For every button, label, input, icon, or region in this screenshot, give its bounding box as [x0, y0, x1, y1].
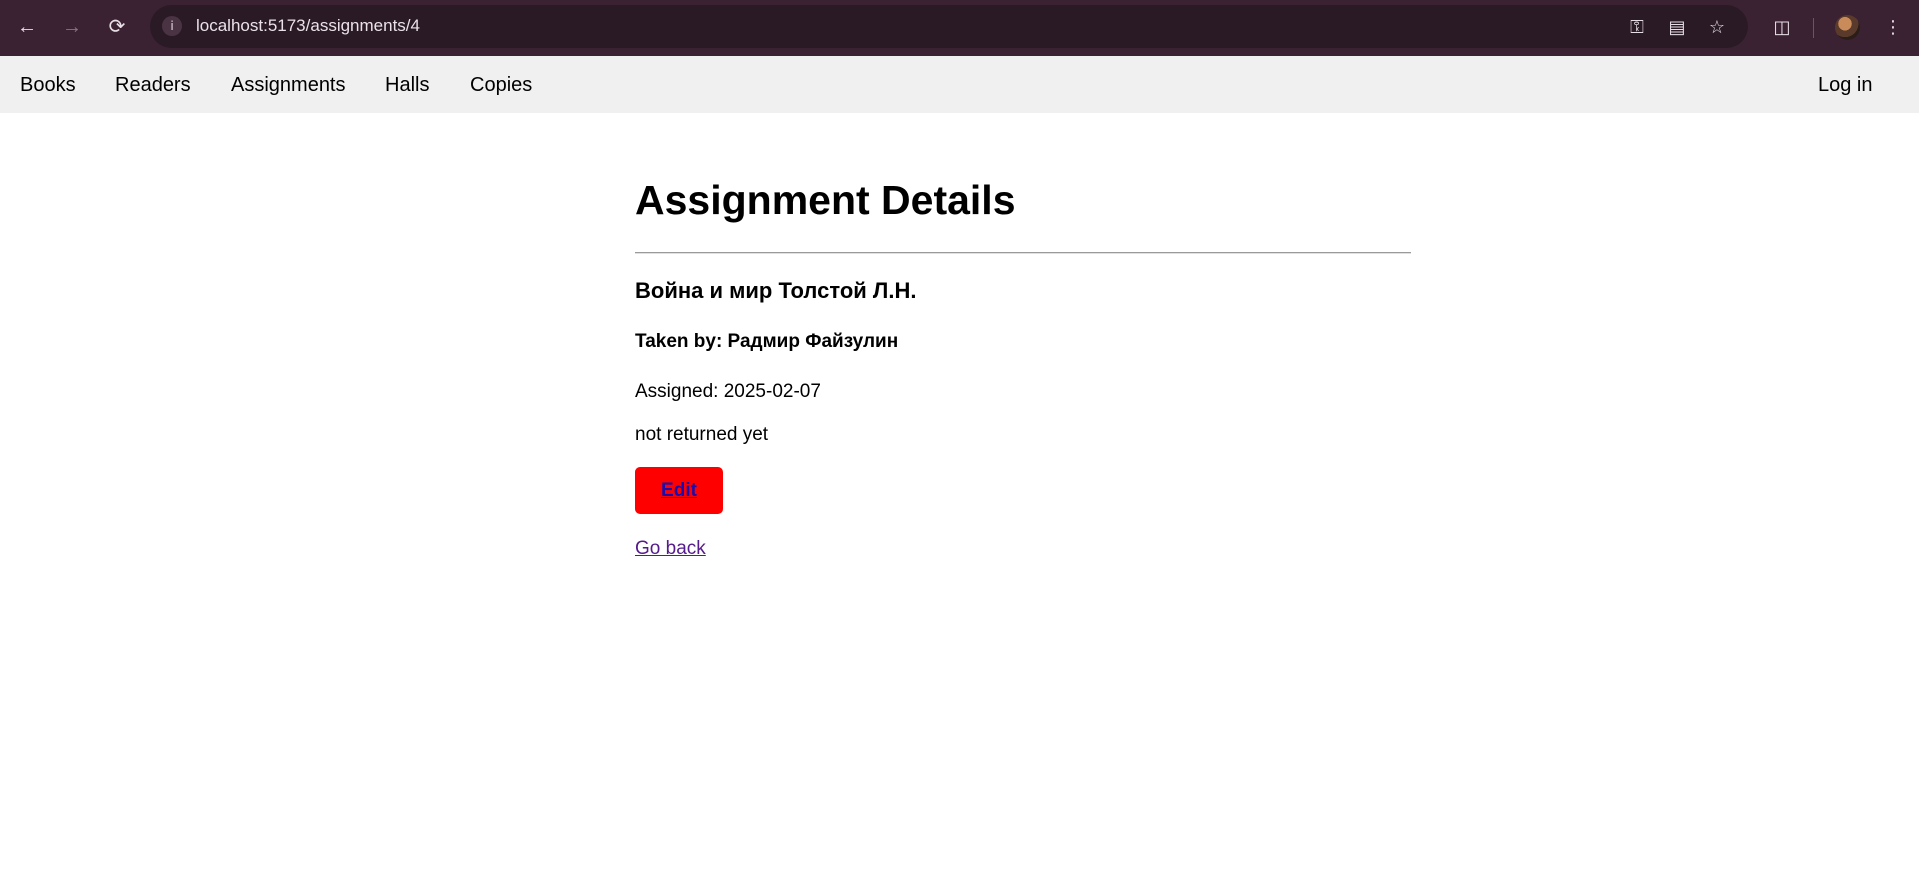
- back-arrow-icon[interactable]: ←: [14, 14, 40, 40]
- key-icon[interactable]: ⚿: [1625, 15, 1649, 39]
- nav-link-halls[interactable]: Halls: [385, 74, 429, 97]
- menu-dots-icon[interactable]: ⋮: [1880, 14, 1906, 40]
- title-divider: [635, 252, 1411, 254]
- url-text[interactable]: localhost:5173/assignments/4: [196, 16, 420, 36]
- app-navbar: Books Readers Assignments Halls Copies L…: [0, 56, 1919, 113]
- nav-link-readers[interactable]: Readers: [115, 74, 191, 97]
- nav-link-assignments[interactable]: Assignments: [231, 74, 346, 97]
- go-back-link[interactable]: Go back: [635, 538, 706, 560]
- address-bar[interactable]: i localhost:5173/assignments/4 ⚿ ▤ ☆: [150, 5, 1748, 48]
- login-link[interactable]: Log in: [1818, 74, 1873, 97]
- edit-button[interactable]: Edit: [635, 467, 723, 514]
- assigned-date: Assigned: 2025-02-07: [635, 381, 821, 402]
- translate-icon[interactable]: ▤: [1665, 15, 1689, 39]
- forward-arrow-icon[interactable]: →: [59, 14, 85, 40]
- book-title: Война и мир Толстой Л.Н.: [635, 278, 917, 303]
- site-info-icon[interactable]: i: [162, 16, 182, 36]
- return-status: not returned yet: [635, 424, 769, 445]
- star-icon[interactable]: ☆: [1705, 15, 1729, 39]
- nav-link-copies[interactable]: Copies: [470, 74, 532, 97]
- browser-toolbar: ← → ⟳ i localhost:5173/assignments/4 ⚿ ▤…: [0, 0, 1919, 56]
- profile-avatar[interactable]: [1835, 15, 1860, 40]
- taken-by-text: Taken by: Радмир Файзулин: [635, 331, 899, 352]
- page-title: Assignment Details: [635, 177, 1016, 223]
- reload-icon[interactable]: ⟳: [104, 14, 130, 40]
- toolbar-divider: [1813, 18, 1814, 38]
- nav-link-books[interactable]: Books: [20, 74, 76, 97]
- extensions-icon[interactable]: ◫: [1769, 14, 1795, 40]
